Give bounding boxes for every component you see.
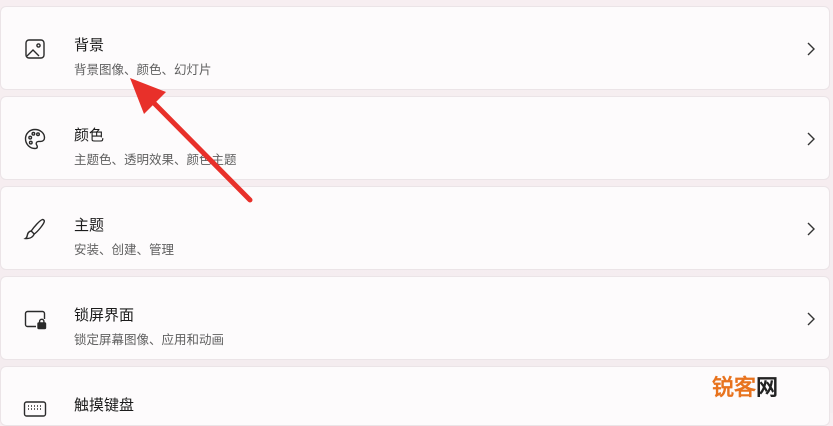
settings-item-title: 触摸键盘 xyxy=(74,396,135,414)
palette-icon xyxy=(21,125,49,153)
settings-item-background[interactable]: 背景 背景图像、颜色、幻灯片 xyxy=(0,6,830,90)
settings-item-subtitle: 锁定屏幕图像、应用和动画 xyxy=(74,332,225,347)
site-watermark: 锐客网 xyxy=(712,370,778,402)
chevron-right-icon xyxy=(803,310,819,328)
settings-item-subtitle: 主题色、透明效果、颜色主题 xyxy=(74,152,237,167)
settings-item-title: 背景 xyxy=(74,36,105,54)
watermark-char: 网 xyxy=(756,376,779,401)
settings-item-touch-keyboard[interactable]: 触摸键盘 xyxy=(0,366,830,426)
image-icon xyxy=(21,35,49,63)
keyboard-icon xyxy=(21,395,49,423)
chevron-right-icon xyxy=(803,220,819,238)
settings-item-subtitle: 背景图像、颜色、幻灯片 xyxy=(74,62,212,77)
settings-item-lock-screen[interactable]: 锁屏界面 锁定屏幕图像、应用和动画 xyxy=(0,276,830,360)
chevron-right-icon xyxy=(803,130,819,148)
chevron-right-icon xyxy=(803,40,819,58)
settings-item-subtitle: 安装、创建、管理 xyxy=(74,242,175,257)
watermark-char: 客 xyxy=(734,376,757,401)
settings-item-title: 主题 xyxy=(74,216,105,234)
settings-item-colors[interactable]: 颜色 主题色、透明效果、颜色主题 xyxy=(0,96,830,180)
brush-icon xyxy=(21,215,49,243)
personalization-settings-list: 背景 背景图像、颜色、幻灯片 颜色 主题色、透明效果、颜色主题 主题 安装、创建… xyxy=(0,0,833,426)
settings-item-title: 锁屏界面 xyxy=(74,306,135,324)
watermark-char: 锐 xyxy=(712,376,735,401)
settings-item-title: 颜色 xyxy=(74,126,105,144)
settings-item-themes[interactable]: 主题 安装、创建、管理 xyxy=(0,186,830,270)
lock-screen-icon xyxy=(21,305,49,333)
